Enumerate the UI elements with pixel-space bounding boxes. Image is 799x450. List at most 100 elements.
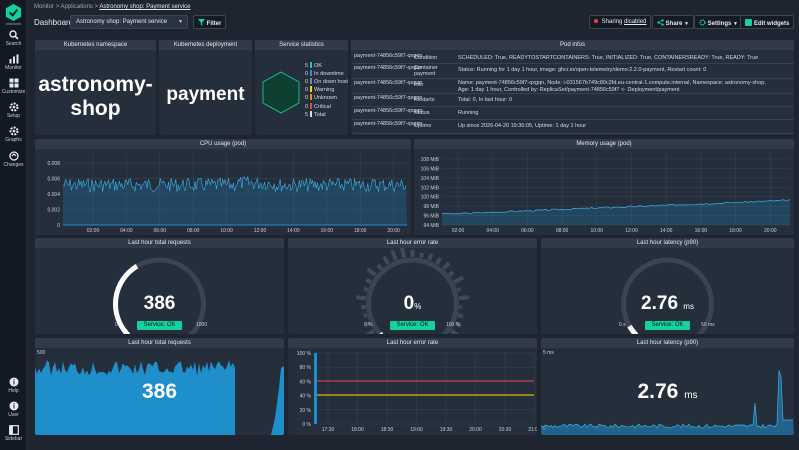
pod-info-key: Info bbox=[414, 82, 424, 88]
graphs-icon bbox=[9, 126, 18, 136]
stats-row[interactable]: 0 Unknown bbox=[302, 94, 337, 101]
sidebar-item-label: Changes bbox=[3, 162, 24, 168]
pod-info-row: payment-74856c59f7-qxgqn Container paymen… bbox=[352, 64, 794, 79]
settings-button[interactable]: Settings ▼ bbox=[694, 15, 743, 29]
edit-widgets-button[interactable]: Edit widgets bbox=[740, 15, 795, 29]
latency-gauge-value: 2.76 bbox=[641, 293, 679, 314]
pod-name-link[interactable]: payment-74856c59f7-qxgqn bbox=[354, 80, 423, 86]
graph-latency-panel: Last hour latency (p90) 5 ms0 2.76 ms bbox=[541, 338, 794, 435]
y-tick-label: 94 MiB bbox=[423, 223, 439, 229]
latency-gauge-unit: ms bbox=[683, 302, 694, 311]
memory-usage-panel: Memory usage (pod) 108 MiB 106 MiB 104 MiB… bbox=[414, 139, 794, 235]
stats-color-bar bbox=[310, 102, 312, 109]
pod-name-link[interactable]: payment-74856c59f7-qxgqn bbox=[354, 108, 423, 114]
gauge-history-block bbox=[365, 329, 375, 334]
logo-text: checkmk bbox=[5, 21, 22, 26]
latency-graph-unit: ms bbox=[684, 390, 698, 401]
x-tick-label: 21:00 bbox=[528, 427, 537, 433]
status-badge: Service: OK bbox=[645, 321, 690, 330]
stats-label: In downtime bbox=[314, 71, 344, 78]
y-tick-label: 0.006 bbox=[47, 177, 60, 183]
gauge-history-block bbox=[450, 329, 459, 334]
gauge-max: 50 ms bbox=[701, 322, 715, 328]
requests-gauge-value: 386 bbox=[143, 293, 176, 314]
y-tick-label: 60 % bbox=[300, 379, 312, 385]
pod-info-key: Uptime bbox=[414, 123, 432, 129]
share-icon bbox=[657, 19, 664, 26]
sidebar-item-customize[interactable]: Customize bbox=[0, 78, 27, 95]
checkmk-logo-icon[interactable] bbox=[4, 3, 23, 22]
sidebar-item-search[interactable]: Search bbox=[0, 30, 27, 47]
breadcrumb-sep: > bbox=[94, 4, 99, 10]
filter-button[interactable]: Filter bbox=[193, 15, 227, 29]
error-gauge-value: 0 bbox=[403, 293, 415, 314]
x-tick-label: 10:00 bbox=[220, 228, 233, 234]
status-badge: Service: OK bbox=[390, 321, 435, 330]
sharing-disabled-link[interactable]: disabled bbox=[624, 19, 646, 25]
pod-name-link[interactable]: payment-74856c59f7-qxgqn bbox=[354, 65, 423, 71]
panel-title: Memory usage (pod) bbox=[414, 139, 794, 149]
stats-row[interactable]: 5 Total bbox=[302, 110, 326, 118]
stats-row[interactable]: 5 OK bbox=[302, 62, 322, 69]
x-tick-label: 04:00 bbox=[486, 228, 499, 234]
x-tick-label: 06:00 bbox=[521, 228, 534, 234]
y-tick-label: 80 % bbox=[300, 365, 312, 371]
x-tick-label: 14:00 bbox=[660, 228, 673, 234]
share-label: Share bbox=[665, 21, 683, 27]
breadcrumb-current[interactable]: Astronomy shop: Payment service bbox=[99, 4, 190, 10]
stats-color-bar bbox=[310, 78, 312, 85]
gauge-latency-panel: Last hour latency (p90) 2.76 ms 0 s 50 m… bbox=[541, 238, 794, 334]
panel-title: CPU usage (pod) bbox=[35, 139, 411, 149]
pod-name-link[interactable]: payment-74856c59f7-qxgqn bbox=[354, 53, 423, 59]
panel-title: Last hour error rate bbox=[288, 338, 537, 348]
latency-gauge-value-wrap: 2.76 ms bbox=[541, 293, 794, 315]
gauge-history-block bbox=[390, 249, 398, 261]
dashboard-select[interactable]: Astronomy shop: Payment service ▼ bbox=[70, 15, 188, 29]
pod-info-row: payment-74856c59f7-qxgqn Status Running bbox=[352, 107, 794, 120]
panel-title: Last hour total requests bbox=[35, 338, 284, 348]
gauge-history-block bbox=[453, 275, 465, 284]
panel-title: Last hour latency (p90) bbox=[541, 338, 794, 348]
sidebar-item-graphs[interactable]: Graphs bbox=[0, 126, 27, 143]
y-tick-label: 0.008 bbox=[47, 161, 60, 167]
y-tick-label: 0 % bbox=[302, 422, 311, 428]
pod-name-link[interactable]: payment-74856c59f7-qxgqn bbox=[354, 95, 423, 101]
pod-info-key: Status bbox=[414, 110, 430, 116]
x-tick-label: 10:00 bbox=[591, 228, 604, 234]
stats-row[interactable]: 0 Critical bbox=[302, 102, 331, 110]
stats-label: On down host bbox=[314, 79, 348, 86]
breadcrumb-applications[interactable]: Applications bbox=[61, 4, 93, 10]
pod-info-value: Running bbox=[458, 110, 479, 116]
gauge-history-block bbox=[365, 277, 372, 284]
sidebar-item-label: Customize bbox=[1, 89, 26, 95]
x-tick-label: 18:30 bbox=[381, 427, 394, 433]
gauge-history-block bbox=[456, 287, 461, 292]
sidebar-item-label: Search bbox=[5, 41, 22, 47]
sidebar-item-help[interactable]: i Help bbox=[0, 377, 27, 394]
latency-graph-value-wrap: 2.76 ms bbox=[541, 380, 794, 404]
pod-info-value: Total: 0, In last hour: 0 bbox=[458, 97, 513, 103]
setup-icon bbox=[9, 102, 18, 112]
x-tick-label: 02:00 bbox=[87, 228, 100, 234]
stats-row[interactable]: 0 Warning bbox=[302, 86, 334, 93]
sidebar-item-setup[interactable]: Setup bbox=[0, 102, 27, 119]
stats-color-bar bbox=[310, 62, 312, 68]
pod-info-value: SCHEDULED: True, READYTOSTARTCONTAINERS:… bbox=[458, 55, 759, 61]
sidebar-item-user[interactable]: i User bbox=[0, 401, 27, 418]
breadcrumb-monitor[interactable]: Monitor bbox=[34, 4, 54, 10]
sidebar-item-changes[interactable]: Changes bbox=[0, 151, 27, 168]
latency-graph-value: 2.76 bbox=[637, 380, 679, 403]
x-tick-label: 19:00 bbox=[410, 427, 423, 433]
sidebar-item-label: Sidebar bbox=[4, 436, 23, 442]
stats-row[interactable]: 0 In downtime bbox=[302, 70, 344, 77]
sharing-status: Sharing disabled bbox=[589, 15, 652, 29]
sidebar-item-monitor[interactable]: Monitor bbox=[0, 54, 27, 71]
pod-info-key: Container payment bbox=[414, 65, 438, 77]
share-button[interactable]: Share ▼ bbox=[652, 15, 694, 29]
x-tick-label: 12:00 bbox=[254, 228, 267, 234]
pod-info-key: Restarts bbox=[414, 97, 435, 103]
panel-title: Kubernetes deployment bbox=[159, 40, 252, 50]
sidebar-item-sidebar[interactable]: Sidebar bbox=[0, 425, 27, 442]
pod-name-link[interactable]: payment-74856c59f7-qxgqn bbox=[354, 121, 423, 127]
stats-row[interactable]: 0 On down host bbox=[302, 78, 348, 85]
